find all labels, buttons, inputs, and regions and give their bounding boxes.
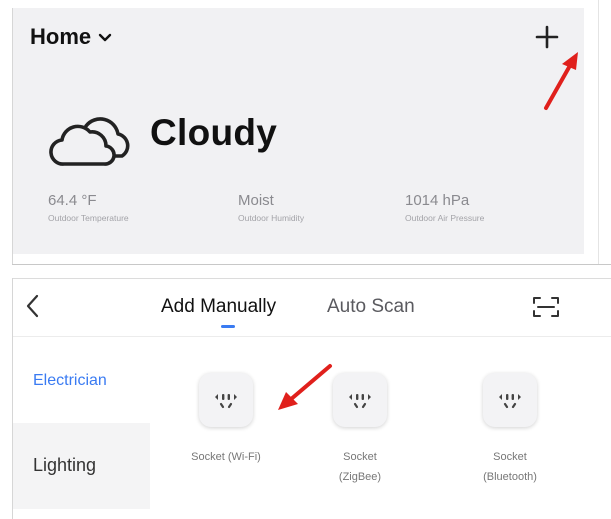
humidity-stat: Moist Outdoor Humidity [238,192,304,223]
device-tile [199,373,253,427]
socket-icon [215,394,237,409]
device-tile [333,373,387,427]
panel-edge [12,8,13,264]
socket-icon [499,394,521,409]
stat-value: 64.4 °F [48,192,97,209]
plus-icon[interactable] [532,22,562,52]
sidebar-item-electrician[interactable]: Electrician [13,337,150,423]
panel-edge [598,0,599,264]
stat-label: Outdoor Temperature [48,213,129,223]
stat-label: Outdoor Humidity [238,213,305,223]
stat-value: Moist [238,192,274,209]
temperature-stat: 64.4 °F Outdoor Temperature [48,192,129,223]
device-socket-bluetooth[interactable]: Socket (Bluetooth) [458,373,562,487]
scan-icon[interactable] [531,294,561,320]
chevron-down-icon [98,33,112,42]
device-socket-wifi[interactable]: Socket (Wi-Fi) [166,373,286,467]
category-sidebar: Electrician Lighting [13,337,150,519]
tab-add-manually[interactable]: Add Manually [161,296,276,318]
weather-condition: Cloudy [150,112,278,153]
device-socket-zigbee[interactable]: Socket (ZigBee) [308,373,412,487]
device-name: Socket (Bluetooth) [483,451,537,483]
stat-value: 1014 hPa [405,192,470,209]
tab-auto-scan[interactable]: Auto Scan [327,296,415,318]
home-selector[interactable]: Home [30,24,113,50]
socket-icon [349,394,371,409]
add-device-nav-bar: Add Manually Auto Scan [13,279,611,335]
home-title: Home [30,24,92,49]
sidebar-item-lighting[interactable]: Lighting [13,423,150,509]
active-tab-indicator [221,325,235,328]
home-weather-panel: Home Cloudy 64.4 °F Outdoor Temperature … [12,8,584,254]
section-divider [12,264,611,265]
stat-label: Outdoor Air Pressure [405,213,485,223]
air-pressure-stat: 1014 hPa Outdoor Air Pressure [405,192,484,223]
sidebar-item-label: Electrician [33,372,107,389]
cloud-icon [49,117,130,166]
device-name: Socket (Wi-Fi) [191,451,261,463]
device-tile [483,373,537,427]
device-name: Socket (ZigBee) [338,451,382,483]
chevron-left-icon[interactable] [24,293,42,319]
sidebar-item-label: Lighting [33,455,97,475]
